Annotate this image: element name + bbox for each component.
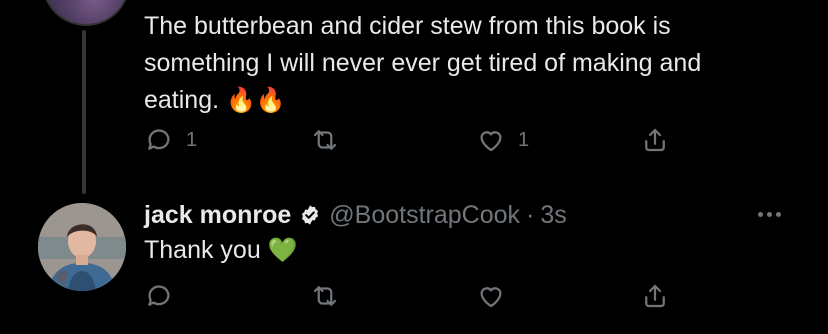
- reply-tweet-body: Thank you: [144, 236, 261, 264]
- like-count: 1: [518, 128, 530, 151]
- reply-action-bar: [144, 276, 684, 316]
- reply-button[interactable]: [144, 276, 174, 316]
- parent-tweet-text: The butterbean and cider stew from this …: [144, 8, 784, 119]
- retweet-button[interactable]: [310, 120, 340, 160]
- parent-action-bar: 1 1: [144, 120, 684, 160]
- more-dot: [766, 211, 772, 217]
- share-icon: [645, 128, 665, 152]
- verified-badge-icon: [302, 205, 319, 225]
- parent-avatar[interactable]: [42, 0, 130, 26]
- reply-tweet-text: Thank you 💚: [144, 233, 298, 268]
- reply-icon: [148, 285, 170, 306]
- fire-emoji: 🔥🔥: [226, 87, 286, 114]
- timestamp[interactable]: 3s: [540, 201, 566, 230]
- display-name[interactable]: jack monroe: [144, 201, 291, 230]
- reply-button[interactable]: 1: [144, 120, 197, 160]
- avatar-image: [38, 203, 126, 291]
- reply-avatar[interactable]: [38, 203, 126, 291]
- handle[interactable]: @BootstrapCook: [329, 201, 520, 230]
- share-icon: [645, 284, 665, 308]
- like-icon: [480, 287, 502, 308]
- retweet-icon: [313, 286, 337, 306]
- separator-dot: ·: [526, 200, 535, 229]
- thread-line: [82, 30, 86, 194]
- reply-count: 1: [186, 128, 198, 151]
- retweet-button[interactable]: [310, 276, 340, 316]
- green-heart-emoji: 💚: [267, 237, 298, 264]
- more-dot: [757, 211, 763, 217]
- more-dot: [775, 211, 781, 217]
- reply-header: jack monroe @BootstrapCook · 3s: [144, 199, 567, 231]
- like-button[interactable]: [476, 276, 506, 316]
- share-button[interactable]: [640, 120, 670, 160]
- share-button[interactable]: [640, 276, 670, 316]
- retweet-icon: [313, 130, 337, 150]
- like-icon: [480, 131, 502, 152]
- like-button[interactable]: 1: [476, 120, 529, 160]
- more-options-icon[interactable]: [752, 202, 786, 226]
- reply-icon: [148, 129, 170, 150]
